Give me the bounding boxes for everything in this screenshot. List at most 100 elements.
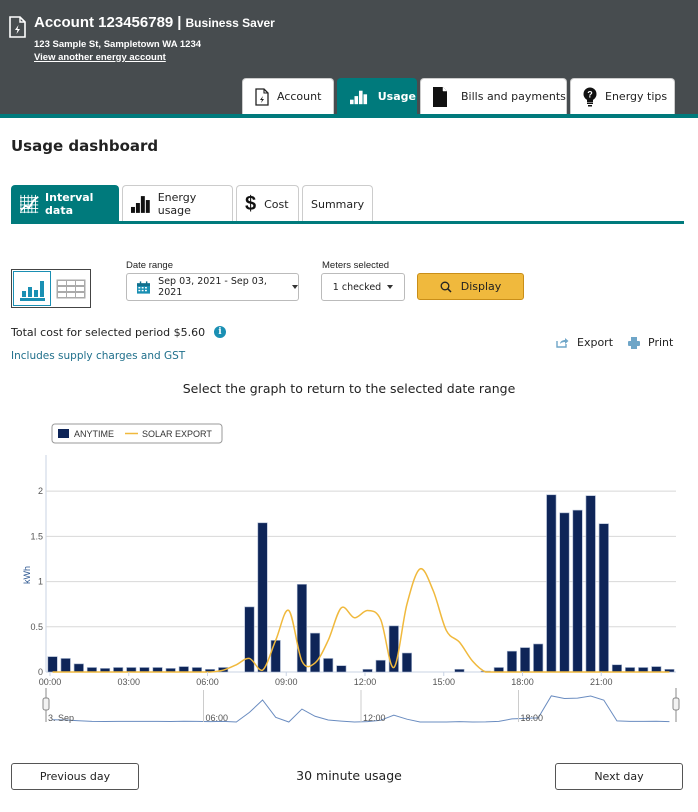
navigator-handle-left[interactable] <box>42 697 50 711</box>
interval-usage-chart[interactable]: ANYTIME SOLAR EXPORT kWh 0 0.5 1 1.5 2 00:00… <box>0 415 698 727</box>
lightbulb-icon: ? <box>583 87 597 106</box>
export-label: Export <box>577 336 614 349</box>
y-tick-label: 0.5 <box>30 622 43 632</box>
x-tick-label: 21:00 <box>590 677 613 687</box>
print-label: Print <box>648 336 674 349</box>
tab-cost[interactable]: $ Cost <box>236 185 299 222</box>
tab-label: Account <box>277 90 322 103</box>
search-icon <box>440 281 452 293</box>
date-range-label: Date range <box>126 260 174 271</box>
navigator-handle-right[interactable] <box>672 697 680 711</box>
bar-chart-icon <box>131 196 150 213</box>
navigator-label: 3. Sep <box>48 713 74 723</box>
bar-anytime[interactable] <box>257 522 268 673</box>
calendar-icon <box>137 280 151 294</box>
bar-anytime[interactable] <box>533 643 544 673</box>
bar-anytime[interactable] <box>60 658 71 673</box>
tab-account[interactable]: Account <box>242 78 334 114</box>
export-button[interactable]: Export <box>556 336 613 349</box>
bar-anytime[interactable] <box>323 658 334 673</box>
chart-legend[interactable]: ANYTIME SOLAR EXPORT <box>51 423 223 444</box>
svg-text:?: ? <box>587 89 593 99</box>
bar-anytime[interactable] <box>598 523 609 673</box>
x-tick-label: 18:00 <box>511 677 534 687</box>
separator: | <box>177 14 182 31</box>
tab-label: Energy usage <box>157 191 197 217</box>
sub-tabs-underline <box>11 221 684 224</box>
document-icon <box>433 86 447 107</box>
legend-label-solar-export[interactable]: SOLAR EXPORT <box>142 429 212 439</box>
tab-energy-usage[interactable]: Energy usage <box>122 185 233 222</box>
display-button[interactable]: Display <box>417 273 524 300</box>
tab-usage[interactable]: Usage <box>337 78 417 114</box>
bar-anytime[interactable] <box>73 663 84 673</box>
chevron-down-icon <box>387 285 394 289</box>
bar-anytime[interactable] <box>651 666 662 673</box>
tab-energy-tips[interactable]: ? Energy tips <box>570 78 675 114</box>
tab-label: Usage <box>377 90 416 103</box>
bar-anytime[interactable] <box>388 625 399 673</box>
bar-anytime[interactable] <box>270 640 281 673</box>
meters-value: 1 checked <box>332 281 382 293</box>
tab-summary[interactable]: Summary <box>302 185 373 222</box>
bar-anytime[interactable] <box>559 512 570 673</box>
info-icon[interactable]: i <box>214 326 226 338</box>
account-number: Account 123456789 <box>34 14 174 31</box>
bar-anytime[interactable] <box>362 668 373 673</box>
meters-selected-label: Meters selected <box>322 260 390 271</box>
date-range-value: Sep 03, 2021 - Sep 03, 2021 <box>158 276 267 298</box>
chart-view-button[interactable] <box>13 271 51 306</box>
chevron-down-icon <box>292 285 298 289</box>
bar-anytime[interactable] <box>375 659 386 673</box>
next-day-button[interactable]: Next day <box>555 763 683 790</box>
display-label: Display <box>460 280 502 293</box>
table-view-button[interactable] <box>52 271 90 306</box>
legend-label-anytime[interactable]: ANYTIME <box>74 429 114 439</box>
bar-anytime[interactable] <box>244 606 255 673</box>
y-axis-label: kWh <box>22 566 32 584</box>
printer-icon <box>628 336 640 349</box>
dollar-icon: $ <box>245 192 257 215</box>
bar-anytime[interactable] <box>611 664 622 673</box>
bar-anytime[interactable] <box>572 509 583 673</box>
date-range-picker[interactable]: Sep 03, 2021 - Sep 03, 2021 <box>126 273 299 301</box>
tab-label: Interval data <box>45 191 94 217</box>
bar-anytime[interactable] <box>506 650 517 673</box>
table-icon <box>56 279 86 298</box>
document-bolt-icon <box>255 87 269 106</box>
export-icon <box>556 338 569 348</box>
print-button[interactable]: Print <box>628 336 673 349</box>
tab-bills-and-payments[interactable]: Bills and payments <box>420 78 567 114</box>
chart-navigator[interactable]: 3. Sep 06:00 12:00 18:00 <box>42 688 680 723</box>
view-mode-toggle <box>11 269 91 308</box>
bar-anytime[interactable] <box>401 652 412 673</box>
y-tick-label: 1.5 <box>30 531 43 541</box>
tab-interval-data[interactable]: Interval data <box>11 185 119 222</box>
plan-name: Business Saver <box>185 16 275 30</box>
page-title: Usage dashboard <box>11 137 159 155</box>
bar-anytime[interactable] <box>520 647 531 673</box>
bar-anytime[interactable] <box>336 665 347 673</box>
y-tick-label: 0 <box>38 667 43 677</box>
y-tick-label: 1 <box>38 577 43 587</box>
bar-anytime[interactable] <box>178 666 189 673</box>
bar-anytime[interactable] <box>585 495 596 673</box>
view-another-account-link[interactable]: View another energy account <box>34 52 166 63</box>
x-tick-label: 00:00 <box>39 677 62 687</box>
account-title-line: Account 123456789 | Business Saver <box>34 14 275 32</box>
total-cost: Total cost for selected period $5.60 <box>11 326 206 339</box>
tab-label: Bills and payments <box>461 90 566 103</box>
bar-anytime[interactable] <box>296 583 307 673</box>
supply-charges-note: Includes supply charges and GST <box>11 350 186 362</box>
x-tick-label: 06:00 <box>196 677 219 687</box>
bar-chart-icon <box>350 90 368 104</box>
bar-anytime[interactable] <box>454 668 465 673</box>
bar-anytime[interactable] <box>546 494 557 673</box>
x-tick-label: 15:00 <box>432 677 455 687</box>
bar-anytime[interactable] <box>47 656 58 673</box>
navigator-label: 06:00 <box>206 713 229 723</box>
graph-hint: Select the graph to return to the select… <box>182 381 516 396</box>
tab-label: Summary <box>311 197 365 211</box>
meters-select[interactable]: 1 checked <box>321 273 405 301</box>
main-tabs-underline <box>0 114 698 118</box>
